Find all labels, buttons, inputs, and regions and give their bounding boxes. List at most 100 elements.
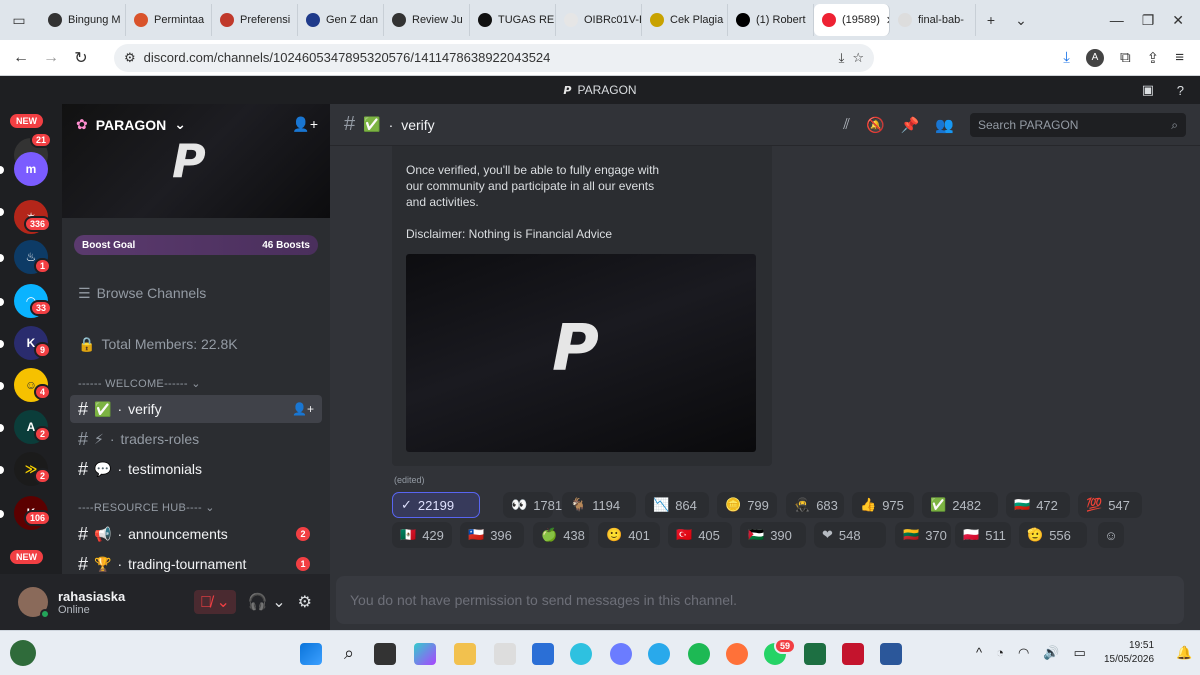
browser-tab[interactable]: Preferensi (212, 4, 298, 36)
wifi-icon[interactable]: ◠ (1018, 645, 1029, 661)
mendeley-icon[interactable] (842, 643, 864, 665)
reaction-button[interactable]: 🐐 1194 (562, 492, 636, 518)
browser-tab[interactable]: Review Ju (384, 4, 470, 36)
task-view-icon[interactable] (374, 643, 396, 665)
category-welcome[interactable]: ------ WELCOME------ ⌄ (78, 377, 201, 390)
reaction-button[interactable]: 🇲🇽 429 (392, 522, 452, 548)
reaction-button[interactable]: 🇱🇹 370 (895, 522, 951, 548)
restore-icon[interactable]: ❐ (1142, 12, 1155, 29)
menu-icon[interactable]: ≡ (1175, 49, 1184, 66)
reload-icon[interactable]: ↻ (66, 48, 96, 68)
back-icon[interactable]: ← (6, 49, 36, 67)
browser-tab[interactable]: (1) Robert (728, 4, 814, 36)
reaction-button[interactable]: 👀 1781 (503, 492, 562, 518)
reaction-button[interactable]: ✓ 22199 (392, 492, 480, 518)
headphones-icon[interactable]: 🎧 ⌄ (248, 592, 286, 612)
boost-goal-bar[interactable]: Boost Goal 46 Boosts (74, 235, 318, 255)
reaction-button[interactable]: 💯 547 (1078, 492, 1142, 518)
search-input[interactable]: Search PARAGON ⌕ (970, 113, 1186, 137)
notification-bell-icon[interactable]: 🔔 (1176, 645, 1192, 661)
server-name-header[interactable]: ✿ PARAGON ⌄ (76, 116, 186, 133)
username[interactable]: rahasiaska (58, 589, 125, 604)
channel-traders-roles[interactable]: # ⚡ · traders-roles (70, 425, 322, 453)
account-icon[interactable]: A (1085, 48, 1104, 67)
reaction-button[interactable]: 🙂 401 (598, 522, 660, 548)
edge-icon[interactable] (570, 643, 592, 665)
server-icon-kucoin[interactable]: m (14, 152, 48, 186)
tray-chevron-icon[interactable]: ^ (976, 645, 982, 661)
reaction-button[interactable]: 🫡 556 (1019, 522, 1087, 548)
download-page-icon[interactable]: ⤓ (839, 50, 845, 66)
browser-tab[interactable]: OIBRc01V-BA (556, 4, 642, 36)
reaction-button[interactable]: 🇹🇷 405 (668, 522, 732, 548)
excel-icon[interactable] (804, 643, 826, 665)
extensions-icon[interactable]: ⧉ (1120, 49, 1131, 66)
app-icon[interactable] (610, 643, 632, 665)
reaction-button[interactable]: 👍 975 (852, 492, 914, 518)
tray-app-icon[interactable]: ◔ (996, 645, 1004, 661)
tab-overview-icon[interactable]: ▭ (4, 12, 34, 29)
invite-icon[interactable]: 👤+ (292, 402, 314, 416)
bookmark-star-icon[interactable]: ☆ (852, 50, 864, 66)
spotify-icon[interactable] (688, 643, 710, 665)
reaction-button[interactable]: 🇵🇸 390 (740, 522, 806, 548)
reaction-button[interactable]: 🇨🇱 396 (460, 522, 524, 548)
reaction-button[interactable]: 🇵🇱 511 (955, 522, 1011, 548)
member-list-icon[interactable]: 👥 (935, 116, 954, 134)
browser-tab[interactable]: Gen Z dan (298, 4, 384, 36)
file-explorer-icon[interactable] (454, 643, 476, 665)
browser-tab[interactable]: Bingung M (40, 4, 126, 36)
browser-tab[interactable]: Cek Plagia (642, 4, 728, 36)
browser-tab[interactable]: final-bab- (890, 4, 976, 36)
clock[interactable]: 19:51 15/05/2026 (1104, 639, 1154, 667)
inbox-icon[interactable]: ▣ (1142, 82, 1154, 98)
add-reaction-icon[interactable]: ☺ (1098, 522, 1124, 548)
mic-muted-icon[interactable]: 🎙̸ ⌄ (194, 590, 236, 614)
word-icon[interactable] (880, 643, 902, 665)
help-icon[interactable]: ? (1177, 83, 1184, 98)
channel-verify[interactable]: # ✅ · verify 👤+ (70, 395, 322, 423)
embed-image[interactable]: P (406, 254, 756, 452)
windows-start-icon[interactable] (300, 643, 322, 665)
pinned-icon[interactable]: 📌 (901, 116, 920, 134)
reaction-button[interactable]: 🪙 799 (717, 492, 777, 518)
tab-list-chevron-icon[interactable]: ⌄ (1006, 12, 1036, 29)
channel-testimonials[interactable]: # 💬 · testimonials (70, 455, 322, 483)
reaction-button[interactable]: 🍏 438 (533, 522, 589, 548)
close-window-icon[interactable]: ✕ (1172, 12, 1184, 29)
copilot-icon[interactable] (414, 643, 436, 665)
share-icon[interactable]: ⇪ (1147, 49, 1160, 67)
volume-icon[interactable]: 🔊 (1043, 645, 1059, 661)
message-input[interactable]: You do not have permission to send messa… (336, 576, 1184, 624)
settings-gear-icon[interactable]: ⚙ (298, 592, 312, 612)
reaction-button[interactable]: 🇧🇬 472 (1006, 492, 1070, 518)
downloads-icon[interactable]: ⤓ (1063, 49, 1070, 66)
reaction-button[interactable]: ❤ 548 (814, 522, 886, 548)
category-resource-hub[interactable]: ----RESOURCE HUB---- ⌄ (78, 501, 215, 514)
snipping-icon[interactable] (494, 643, 516, 665)
browser-tab[interactable]: (19589)✕ (814, 4, 890, 36)
browse-channels[interactable]: ☰ Browse Channels (70, 279, 322, 307)
avatar[interactable] (18, 587, 50, 619)
new-tab-button[interactable]: + (976, 12, 1006, 28)
battery-icon[interactable]: ▭ (1074, 645, 1086, 661)
browser-tab[interactable]: TUGAS RE (470, 4, 556, 36)
address-bar[interactable]: ⚙ discord.com/channels/10246053478953205… (114, 43, 874, 72)
weather-icon[interactable] (10, 640, 36, 666)
channel-announcements[interactable]: # 📢 · announcements 2 (70, 520, 322, 548)
site-info-icon[interactable]: ⚙ (124, 50, 136, 66)
notifications-muted-icon[interactable]: 🔕 (866, 116, 885, 134)
forward-icon[interactable]: → (36, 49, 66, 67)
search-taskbar-icon[interactable]: ⌕ (338, 643, 360, 665)
browser-tab[interactable]: Permintaa (126, 4, 212, 36)
threads-icon[interactable]: ⫽ (843, 116, 850, 134)
store-icon[interactable] (532, 643, 554, 665)
minimize-icon[interactable]: — (1110, 12, 1124, 29)
reaction-button[interactable]: 🥷 683 (786, 492, 844, 518)
invite-people-icon[interactable]: 👤+ (292, 116, 318, 133)
reaction-button[interactable]: 📉 864 (645, 492, 709, 518)
firefox-icon[interactable] (726, 643, 748, 665)
reaction-button[interactable]: ✅ 2482 (922, 492, 998, 518)
telegram-icon[interactable] (648, 643, 670, 665)
channel-trading-tournament[interactable]: # 🏆 · trading-tournament 1 (70, 550, 322, 574)
